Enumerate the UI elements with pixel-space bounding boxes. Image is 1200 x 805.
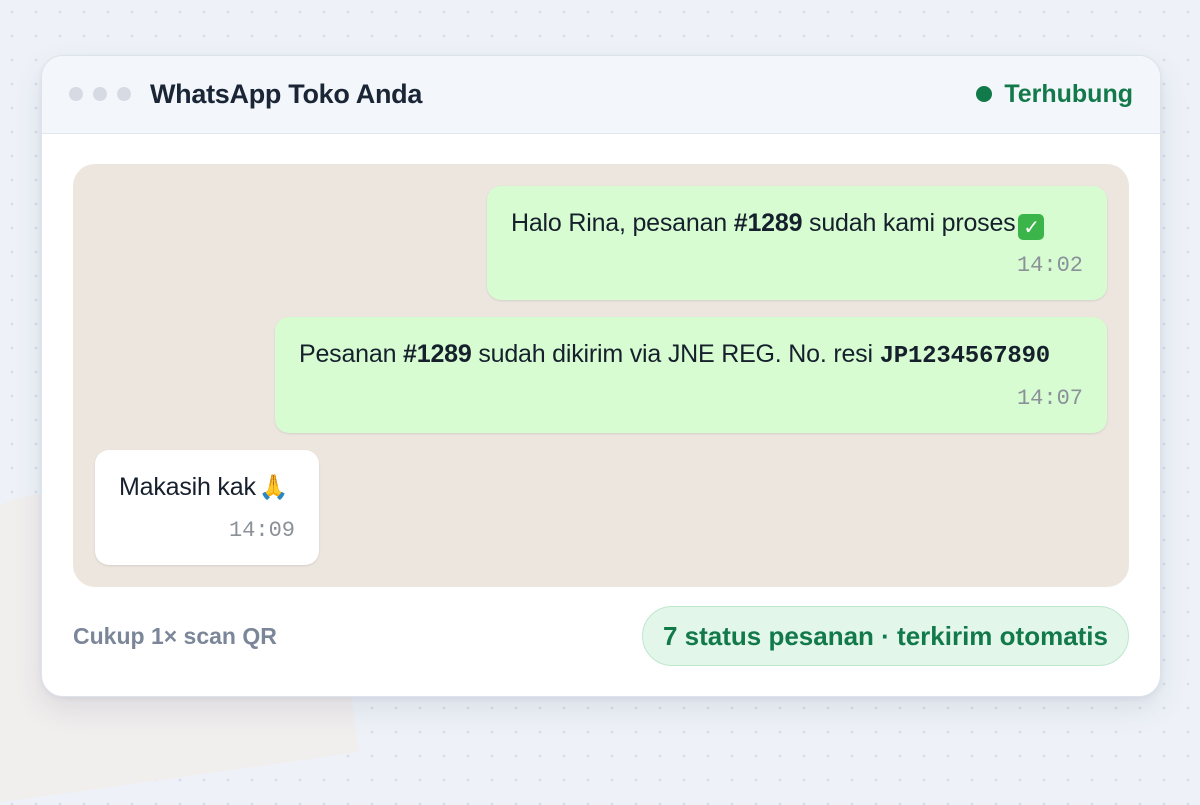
window-title: WhatsApp Toko Anda	[150, 79, 423, 109]
scan-qr-note: Cukup 1× scan QR	[73, 623, 277, 649]
status-dot-icon	[976, 86, 993, 102]
message-text: Halo Rina, pesanan #1289 sudah kami pros…	[511, 206, 1083, 240]
message-time: 14:02	[1016, 253, 1083, 278]
message-bubble-outgoing: Halo Rina, pesanan #1289 sudah kami pros…	[487, 186, 1107, 300]
message-bubble-incoming: Makasih kak 🙏 14:09	[95, 450, 319, 565]
chat-area: Halo Rina, pesanan #1289 sudah kami pros…	[73, 164, 1129, 587]
auto-status-badge: 7 status pesanan · terkirim otomatis	[641, 606, 1129, 666]
message-time: 14:09	[228, 518, 295, 543]
order-number: #1289	[403, 340, 472, 368]
connection-status-label: Terhubung	[1004, 80, 1133, 108]
window-controls	[69, 87, 131, 101]
order-number: #1289	[733, 209, 803, 237]
folded-hands-icon: 🙏	[258, 473, 289, 501]
window-dot-icon[interactable]	[93, 87, 107, 101]
chat-window: WhatsApp Toko Anda Terhubung Halo Rina, …	[41, 55, 1161, 697]
message-text: Pesanan #1289 sudah dikirim via JNE REG.…	[299, 340, 1051, 370]
window-titlebar: WhatsApp Toko Anda Terhubung	[42, 56, 1160, 134]
tracking-number: JP1234567890	[879, 343, 1051, 370]
window-dot-icon[interactable]	[117, 87, 131, 101]
message-bubble-outgoing: Pesanan #1289 sudah dikirim via JNE REG.…	[275, 317, 1107, 433]
message-time: 14:07	[1016, 386, 1083, 411]
window-dot-icon[interactable]	[69, 87, 83, 101]
message-text: Makasih kak 🙏	[119, 470, 295, 504]
connection-status: Terhubung	[976, 77, 1133, 111]
check-mark-button-icon: ✓	[1018, 214, 1045, 240]
